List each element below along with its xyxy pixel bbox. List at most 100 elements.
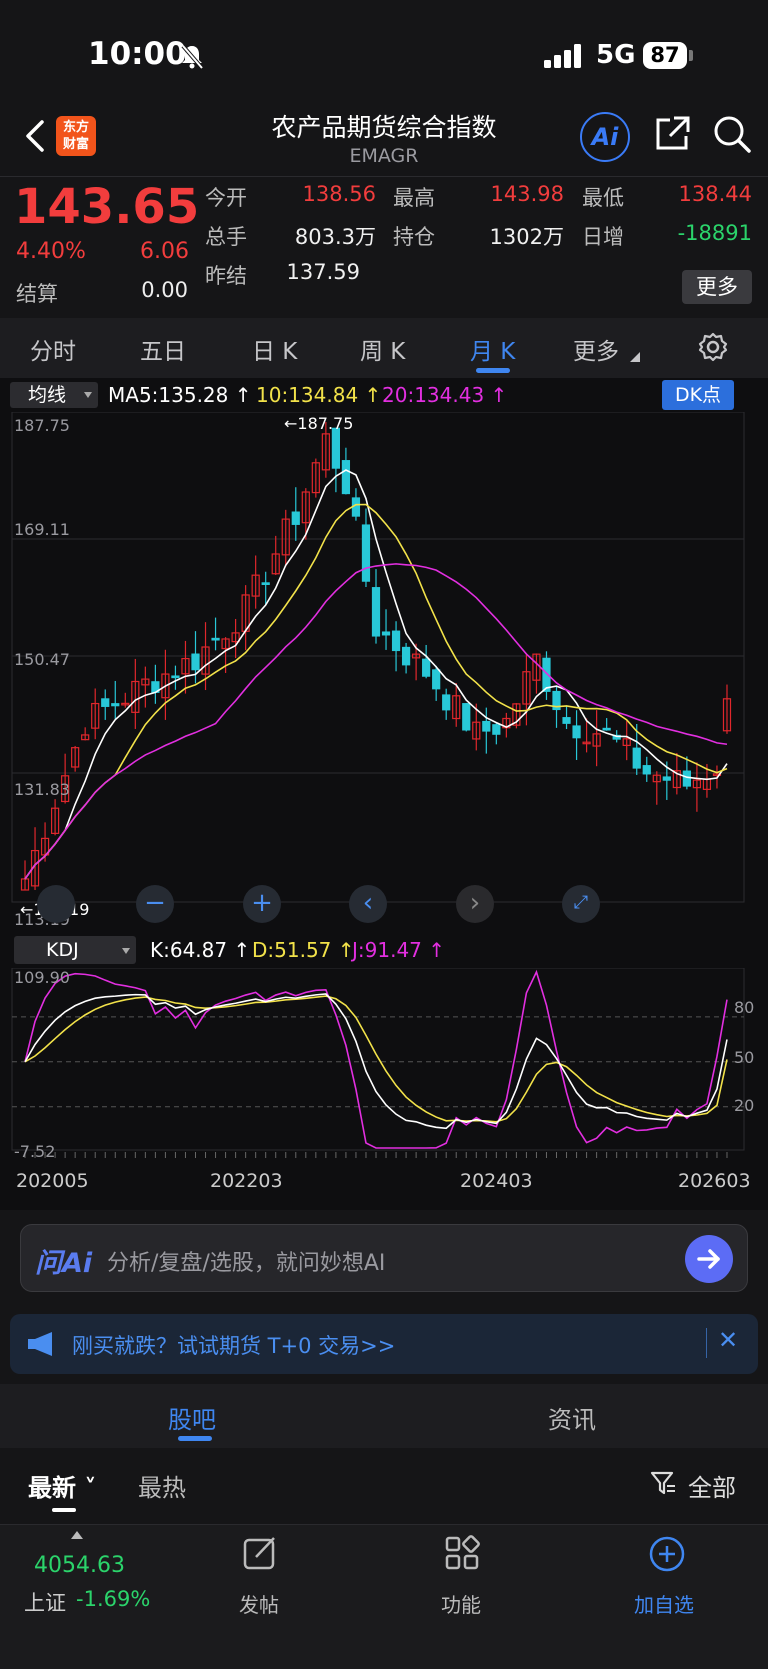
- ma10-value: 10:134.84 ↑: [256, 383, 382, 407]
- post-icon[interactable]: [242, 1535, 278, 1571]
- caret-up-icon: [71, 1531, 83, 1539]
- filter-icon[interactable]: [650, 1470, 676, 1496]
- fullscreen-button[interactable]: ⤢: [562, 885, 600, 923]
- kdj-k-value: K:64.87 ↑: [150, 938, 251, 962]
- scroll-left-edge-button[interactable]: [37, 885, 75, 923]
- high-marker: ←187.75: [284, 414, 354, 433]
- network-type: 5G: [596, 40, 636, 70]
- ai-query-input[interactable]: 问Ai 分析/复盘/选股，就问妙想AI: [20, 1224, 748, 1292]
- indicator-selector-kdj[interactable]: KDJ: [14, 936, 136, 964]
- tab-week-k[interactable]: 周 K: [360, 332, 405, 366]
- filter-row: 最新 ˅ 最热 全部: [0, 1448, 768, 1524]
- candle: [432, 669, 441, 690]
- more-button[interactable]: 更多: [682, 270, 752, 304]
- pan-left-button[interactable]: ‹: [349, 885, 387, 923]
- dropdown-caret-icon: [84, 392, 92, 398]
- high-value: 143.98: [490, 182, 564, 206]
- zoom-in-button[interactable]: +: [243, 885, 281, 923]
- tab-more[interactable]: 更多: [573, 332, 619, 366]
- tab-month-k[interactable]: 月 K: [470, 332, 515, 366]
- settle-value: 0.00: [141, 278, 188, 302]
- candlestick-chart: [11, 412, 745, 903]
- candle: [331, 427, 340, 469]
- candle: [572, 725, 581, 739]
- candle: [682, 770, 691, 787]
- sort-newest[interactable]: 最新 ˅: [28, 1468, 96, 1503]
- add-watchlist-label[interactable]: 加自选: [634, 1589, 694, 1618]
- gear-icon[interactable]: [698, 332, 728, 362]
- last-price: 143.65: [14, 179, 200, 235]
- quote-panel: 143.65 4.40% 6.06 结算 0.00 今开 138.56 最高 1…: [0, 176, 768, 316]
- volume-label: 总手: [205, 225, 247, 249]
- y-label-4: 131.83: [14, 780, 70, 799]
- candle: [291, 511, 300, 525]
- candle: [381, 631, 391, 636]
- dk-point-button[interactable]: DK点: [662, 380, 734, 410]
- grid-icon[interactable]: [444, 1535, 480, 1571]
- sort-hottest[interactable]: 最热: [138, 1468, 186, 1503]
- y-label-1: 187.75: [14, 416, 70, 435]
- community-tabs: 股吧 资讯: [0, 1384, 768, 1448]
- prev-settle-value: 137.59: [286, 260, 360, 284]
- function-label[interactable]: 功能: [441, 1589, 481, 1618]
- ma5-value: MA5:135.28 ↑: [108, 383, 252, 407]
- tab-five-day[interactable]: 五日: [140, 332, 186, 366]
- ma5-line: [24, 469, 728, 880]
- prev-settle-label: 昨结: [205, 264, 247, 288]
- battery-tip: [689, 50, 693, 61]
- candle: [391, 630, 401, 652]
- candle: [341, 460, 351, 495]
- divider: [706, 1328, 707, 1358]
- chart-area[interactable]: 均线 MA5:135.28 ↑ 10:134.84 ↑ 20:134.43 ↑ …: [0, 378, 768, 1210]
- candle: [422, 658, 431, 677]
- candle: [111, 703, 120, 707]
- change-percent: 4.40%: [16, 239, 86, 264]
- candle: [662, 776, 671, 781]
- candle: [171, 675, 180, 679]
- index-value[interactable]: 4054.63: [34, 1553, 125, 1578]
- search-icon[interactable]: [712, 114, 752, 154]
- nav-header: 东方 财富 农产品期货综合指数 EMAGR Ai: [0, 100, 768, 176]
- kdj-y-top: 109.90: [14, 968, 70, 987]
- filter-all[interactable]: 全部: [688, 1468, 736, 1503]
- candle: [361, 524, 371, 582]
- candle: [462, 703, 471, 731]
- add-circle-icon[interactable]: [648, 1535, 686, 1573]
- y-label-2: 169.11: [14, 520, 70, 539]
- open-interest-label: 持仓: [393, 225, 435, 249]
- candle: [492, 724, 501, 735]
- settle-label: 结算: [16, 282, 58, 306]
- tab-day-k[interactable]: 日 K: [252, 332, 297, 366]
- candle: [401, 646, 411, 666]
- ai-button[interactable]: Ai: [580, 112, 630, 162]
- post-label[interactable]: 发帖: [239, 1589, 279, 1618]
- candle: [261, 582, 270, 585]
- tab-intraday[interactable]: 分时: [30, 332, 76, 366]
- share-icon[interactable]: [652, 114, 692, 154]
- active-tab-indicator: [476, 368, 510, 373]
- candle: [562, 717, 571, 724]
- candle: [602, 727, 611, 731]
- tab-guba[interactable]: 股吧: [168, 1400, 216, 1435]
- kdj-level-80: 80: [734, 998, 755, 1017]
- tab-news[interactable]: 资讯: [548, 1400, 596, 1435]
- ai-logo: 问Ai: [35, 1248, 93, 1279]
- candle: [632, 747, 641, 769]
- pan-right-button[interactable]: ›: [456, 885, 494, 923]
- zoom-out-button[interactable]: −: [136, 885, 174, 923]
- open-label: 今开: [205, 186, 247, 210]
- kdj-d-line: [24, 995, 728, 1123]
- kdj-chart: [11, 968, 745, 1158]
- promo-text: 刚买就跌？试试期货 T+0 交易>>: [72, 1334, 396, 1358]
- kdj-level-20: 20: [734, 1096, 755, 1115]
- candle: [642, 765, 651, 775]
- send-button[interactable]: [685, 1235, 733, 1283]
- kdj-j-value: J:91.47 ↑: [352, 938, 446, 962]
- ma10-line: [24, 503, 728, 880]
- promo-banner[interactable]: 刚买就跌？试试期货 T+0 交易>> ✕: [10, 1314, 758, 1374]
- chart-frame: [11, 412, 745, 903]
- arrow-right-icon: [697, 1249, 720, 1269]
- close-icon[interactable]: ✕: [718, 1326, 738, 1354]
- y-label-3: 150.47: [14, 650, 70, 669]
- candle: [211, 637, 220, 641]
